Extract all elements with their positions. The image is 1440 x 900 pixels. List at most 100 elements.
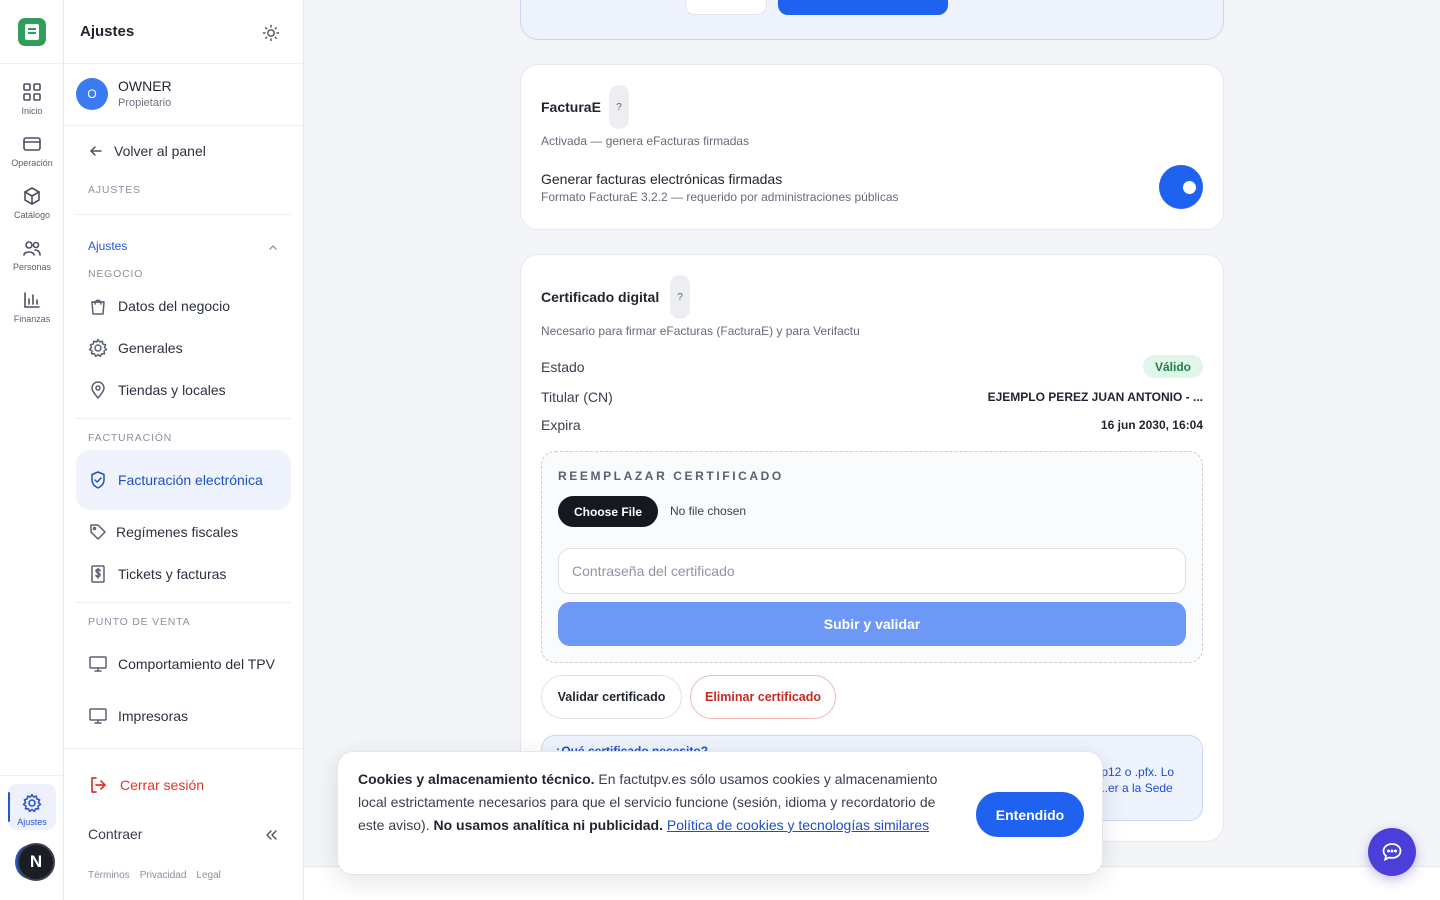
logout-icon [91,777,106,793]
tag-icon [90,524,106,540]
sidebar-item-regimenes[interactable]: Regímenes fiscales [76,512,291,552]
sun-icon[interactable] [262,24,280,42]
card-title: FacturaE [541,99,601,115]
back-to-panel-link[interactable]: Volver al panel [88,143,206,159]
rail-item-catalogo[interactable]: Catálogo [0,186,64,234]
gear-icon [22,793,42,813]
secondary-button[interactable] [685,0,767,15]
replace-certificate-zone: REEMPLAZAR CERTIFICADO Choose File No fi… [541,451,1203,663]
choose-file-button[interactable]: Choose File [558,496,659,527]
estado-label: Estado [541,359,585,375]
cookie-heading: Cookies y almacenamiento técnico. [358,771,595,787]
divider [64,125,304,126]
sidebar-item-facturacion-electronica[interactable]: Facturación electrónica [76,450,291,510]
sidebar-item-label: Regímenes fiscales [116,524,239,540]
sidebar-item-datos-negocio[interactable]: Datos del negocio [76,286,291,326]
facturae-toggle[interactable] [1159,165,1203,209]
sidebar-item-label: Facturación electrónica [118,472,263,488]
sidebar-item-label: Impresoras [118,708,189,724]
chevrons-left-icon[interactable] [264,828,278,842]
back-label: Volver al panel [114,143,206,159]
validate-certificate-button[interactable]: Validar certificado [541,675,682,719]
sidebar-item-generales[interactable]: Generales [76,328,291,368]
option-description: Formato FacturaE 3.2.2 — requerido por a… [541,190,899,204]
user-name: OWNER [118,78,172,94]
section-caption-negocio: NEGOCIO [88,268,144,280]
divider [76,602,291,603]
footer-links: Términos Privacidad Legal [88,870,221,881]
group-toggle-ajustes[interactable]: Ajustes [88,239,127,253]
sidebar-item-label: Generales [118,340,183,356]
avatar[interactable]: N [17,843,55,881]
cookie-accept-button[interactable]: Entendido [976,792,1084,837]
rail-item-personas[interactable]: Personas [0,238,64,286]
card-icon [23,137,41,151]
box-icon [24,187,40,205]
card-title: Certificado digital [541,289,660,305]
rail-item-finanzas[interactable]: Finanzas [0,290,64,338]
sidebar-item-label: Datos del negocio [118,298,231,314]
help-button[interactable]: ? [670,275,690,319]
rail-item-operacion[interactable]: Operación [0,134,64,182]
rail-divider [0,775,64,776]
primary-button[interactable] [778,0,948,15]
collapse-label[interactable]: Contraer [88,826,142,842]
shopping-bag-icon [91,299,105,315]
grid-icon [23,83,41,101]
chart-icon [24,292,40,308]
cookie-banner: Cookies y almacenamiento técnico. En fac… [337,751,1103,875]
section-caption: AJUSTES [88,184,141,196]
rail-item-ajustes[interactable]: Ajustes [0,793,64,841]
chevron-up-icon[interactable] [268,242,278,252]
card-status: Activada — genera eFacturas firmadas [541,134,750,148]
upload-validate-button[interactable]: Subir y validar [558,602,1186,646]
gear-icon [88,338,108,358]
status-badge: Válido [1142,355,1203,378]
toggle-knob [1183,181,1196,194]
shield-check-icon [91,471,105,489]
monitor-icon [89,708,107,724]
sidebar-item-label: Tiendas y locales [118,382,226,398]
legal-link[interactable]: Legal [196,870,220,881]
facturae-card: FacturaE ? Activada — genera eFacturas f… [520,64,1224,230]
terms-link[interactable]: Términos [88,870,130,881]
sidebar-item-label: Comportamiento del TPV [118,656,275,672]
icon-rail: Inicio Operación Catálogo Personas Finan… [0,0,64,900]
rail-item-inicio[interactable]: Inicio [0,82,64,130]
help-button[interactable]: ? [609,85,629,129]
certificate-password-input[interactable] [558,548,1186,594]
sidebar-item-label: Tickets y facturas [118,566,227,582]
divider [64,748,304,749]
delete-certificate-button[interactable]: Eliminar certificado [690,675,836,719]
logout-button[interactable]: Cerrar sesión [88,775,204,795]
replace-caption: REEMPLAZAR CERTIFICADO [558,469,784,483]
expira-value: 16 jun 2030, 16:04 [1100,418,1203,432]
sidebar-item-tickets[interactable]: Tickets y facturas [76,554,291,594]
option-title: Generar facturas electrónicas firmadas [541,171,783,187]
user-role: Propietario [118,97,172,109]
cookie-policy-link[interactable]: Política de cookies y tecnologías simila… [667,817,929,833]
rail-label: Finanzas [13,314,51,324]
info-text: .p12 o .pfx. Lo ...er a la Sede [1098,765,1175,795]
chat-button[interactable] [1368,828,1416,876]
privacy-link[interactable]: Privacidad [140,870,187,881]
titular-label: Titular (CN) [541,389,613,405]
divider [76,418,291,419]
sidebar-item-tiendas[interactable]: Tiendas y locales [76,370,291,410]
section-caption-facturacion: FACTURACIÓN [88,432,173,444]
app-logo[interactable] [18,18,46,46]
sidebar-item-impresoras[interactable]: Impresoras [76,696,291,736]
rail-label: Catálogo [13,210,51,220]
expira-label: Expira [541,417,581,433]
previous-card [520,0,1224,40]
cookie-no-analytics: No usamos analítica ni publicidad. [433,817,663,833]
monitor-icon [89,656,107,672]
divider [64,63,304,64]
sidebar-item-comportamiento-tpv[interactable]: Comportamiento del TPV [76,634,291,694]
rail-label: Personas [12,262,52,272]
divider [76,214,291,215]
receipt-icon [91,565,105,583]
card-subtitle: Necesario para firmar eFacturas (Factura… [541,324,860,338]
rail-label: Inicio [21,106,43,116]
chat-icon [1382,843,1402,862]
